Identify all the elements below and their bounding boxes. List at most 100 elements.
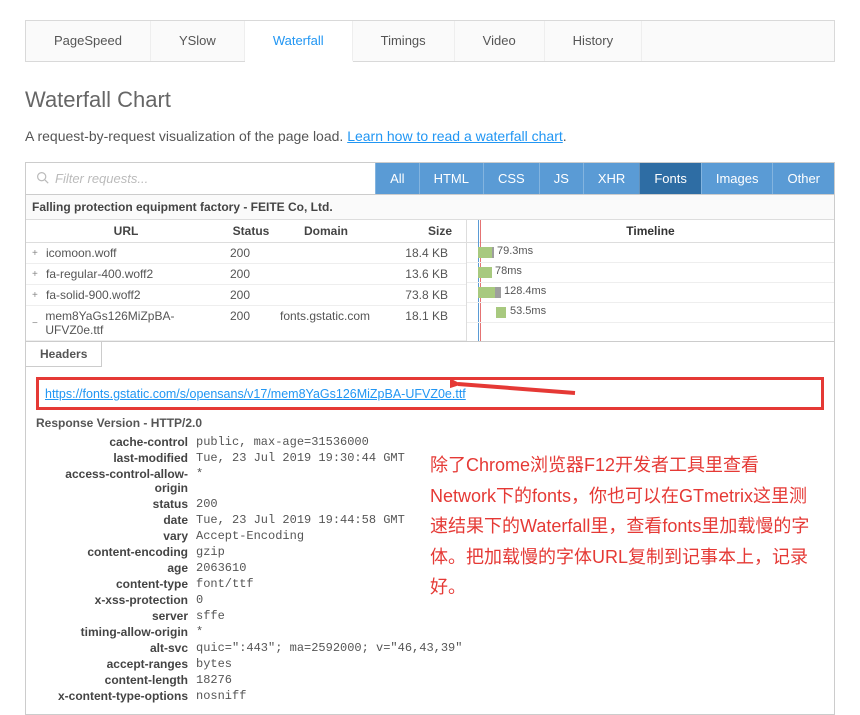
header-name: vary [36,529,196,543]
filter-all[interactable]: All [375,163,418,194]
tab-waterfall[interactable]: Waterfall [245,21,353,62]
expand-icon[interactable]: − [32,318,41,329]
header-row: timing-allow-origin* [36,624,824,640]
expand-icon[interactable]: + [32,269,42,280]
timing-bar-wait [496,307,506,318]
header-value: quic=":443"; ma=2592000; v="46,43,39" [196,641,824,655]
domain-cell: fonts.gstatic.com [276,306,376,340]
filter-fonts[interactable]: Fonts [639,163,701,194]
header-name: status [36,497,196,511]
timeline-row: 78ms [467,263,834,283]
timing-bar-wait [478,247,492,258]
timeline-row: 79.3ms [467,243,834,263]
table-row[interactable]: + fa-regular-400.woff2 200 13.6 KB [26,264,466,285]
domain-cell [276,264,376,284]
left-columns: URL Status Domain Size + icomoon.woff 200 1… [26,220,466,341]
url-cell: icomoon.woff [46,246,116,260]
status-cell: 200 [226,264,276,284]
url-cell: mem8YaGs126MiZpBA-UFVZ0e.ttf [45,309,220,337]
header-name: accept-ranges [36,657,196,671]
response-version: Response Version - HTTP/2.0 [36,416,824,430]
header-name: timing-allow-origin [36,625,196,639]
header-name: alt-svc [36,641,196,655]
header-value: nosniff [196,689,824,703]
annotation-arrow [450,378,580,408]
th-size[interactable]: Size [376,220,456,242]
learn-link[interactable]: Learn how to read a waterfall chart [347,128,563,144]
header-value: public, max-age=31536000 [196,435,824,449]
header-name: x-content-type-options [36,689,196,703]
timing-bar-receive [495,287,501,298]
url-cell: fa-regular-400.woff2 [46,267,153,281]
page-title: Waterfall Chart [25,87,835,113]
timing-label: 53.5ms [510,305,546,317]
filter-input-wrap [26,163,375,194]
filter-bar: AllHTMLCSSJSXHRFontsImagesOther [25,162,835,195]
header-value: bytes [196,657,824,671]
main-tabs: PageSpeedYSlowWaterfallTimingsVideoHisto… [25,20,835,62]
th-status[interactable]: Status [226,220,276,242]
header-name: server [36,609,196,623]
table-area: URL Status Domain Size + icomoon.woff 200 1… [26,220,834,341]
status-cell: 200 [226,243,276,263]
timing-label: 128.4ms [504,285,546,297]
filter-buttons: AllHTMLCSSJSXHRFontsImagesOther [375,163,834,194]
table-row[interactable]: + fa-solid-900.woff2 200 73.8 KB [26,285,466,306]
th-domain[interactable]: Domain [276,220,376,242]
size-cell: 13.6 KB [376,264,456,284]
search-icon [36,171,49,187]
header-name: content-encoding [36,545,196,559]
timing-label: 78ms [495,265,522,277]
url-cell: fa-solid-900.woff2 [46,288,141,302]
tab-video[interactable]: Video [455,21,545,61]
request-url-box: https://fonts.gstatic.com/s/opensans/v17… [36,377,824,410]
header-name: cache-control [36,435,196,449]
status-cell: 200 [226,285,276,305]
status-cell: 200 [226,306,276,340]
expand-icon[interactable]: + [32,248,42,259]
header-row: alt-svcquic=":443"; ma=2592000; v="46,43… [36,640,824,656]
headers-tab[interactable]: Headers [26,342,102,367]
timeline-column: Timeline 79.3ms 78ms 128.4ms 53.5ms [466,220,834,341]
tab-timings[interactable]: Timings [353,21,455,61]
domain-cell [276,285,376,305]
header-row: accept-rangesbytes [36,656,824,672]
filter-html[interactable]: HTML [419,163,483,194]
page-name-row: Falling protection equipment factory - F… [26,195,834,220]
th-url[interactable]: URL [26,220,226,242]
timeline-row: 128.4ms [467,283,834,303]
header-value: sffe [196,609,824,623]
timing-bar-wait [478,287,495,298]
size-cell: 18.4 KB [376,243,456,263]
filter-js[interactable]: JS [539,163,583,194]
filter-images[interactable]: Images [701,163,773,194]
expand-icon[interactable]: + [32,290,42,301]
table-header: URL Status Domain Size [26,220,466,243]
request-url-link[interactable]: https://fonts.gstatic.com/s/opensans/v17… [45,387,466,401]
header-name: date [36,513,196,527]
header-row: x-content-type-optionsnosniff [36,688,824,704]
table-row[interactable]: −mem8YaGs126MiZpBA-UFVZ0e.ttf200fonts.gs… [26,306,466,341]
header-name: content-length [36,673,196,687]
annotation-text: 除了Chrome浏览器F12开发者工具里查看Network下的fonts，你也可… [430,450,825,603]
tab-yslow[interactable]: YSlow [151,21,245,61]
timing-bar-wait [478,267,492,278]
tab-pagespeed[interactable]: PageSpeed [26,21,151,61]
header-name: last-modified [36,451,196,465]
timing-label: 79.3ms [497,245,533,257]
filter-other[interactable]: Other [772,163,834,194]
filter-css[interactable]: CSS [483,163,539,194]
description-text: A request-by-request visualization of th… [25,128,347,144]
filter-input[interactable] [55,171,365,186]
description: A request-by-request visualization of th… [25,128,835,144]
th-timeline[interactable]: Timeline [467,220,834,243]
header-name: age [36,561,196,575]
header-value: 18276 [196,673,824,687]
timing-bar-receive [492,247,494,258]
header-name: access-control-allow-origin [36,467,196,495]
filter-xhr[interactable]: XHR [583,163,639,194]
table-row[interactable]: + icomoon.woff 200 18.4 KB [26,243,466,264]
size-cell: 18.1 KB [376,306,456,340]
tab-history[interactable]: History [545,21,642,61]
size-cell: 73.8 KB [376,285,456,305]
